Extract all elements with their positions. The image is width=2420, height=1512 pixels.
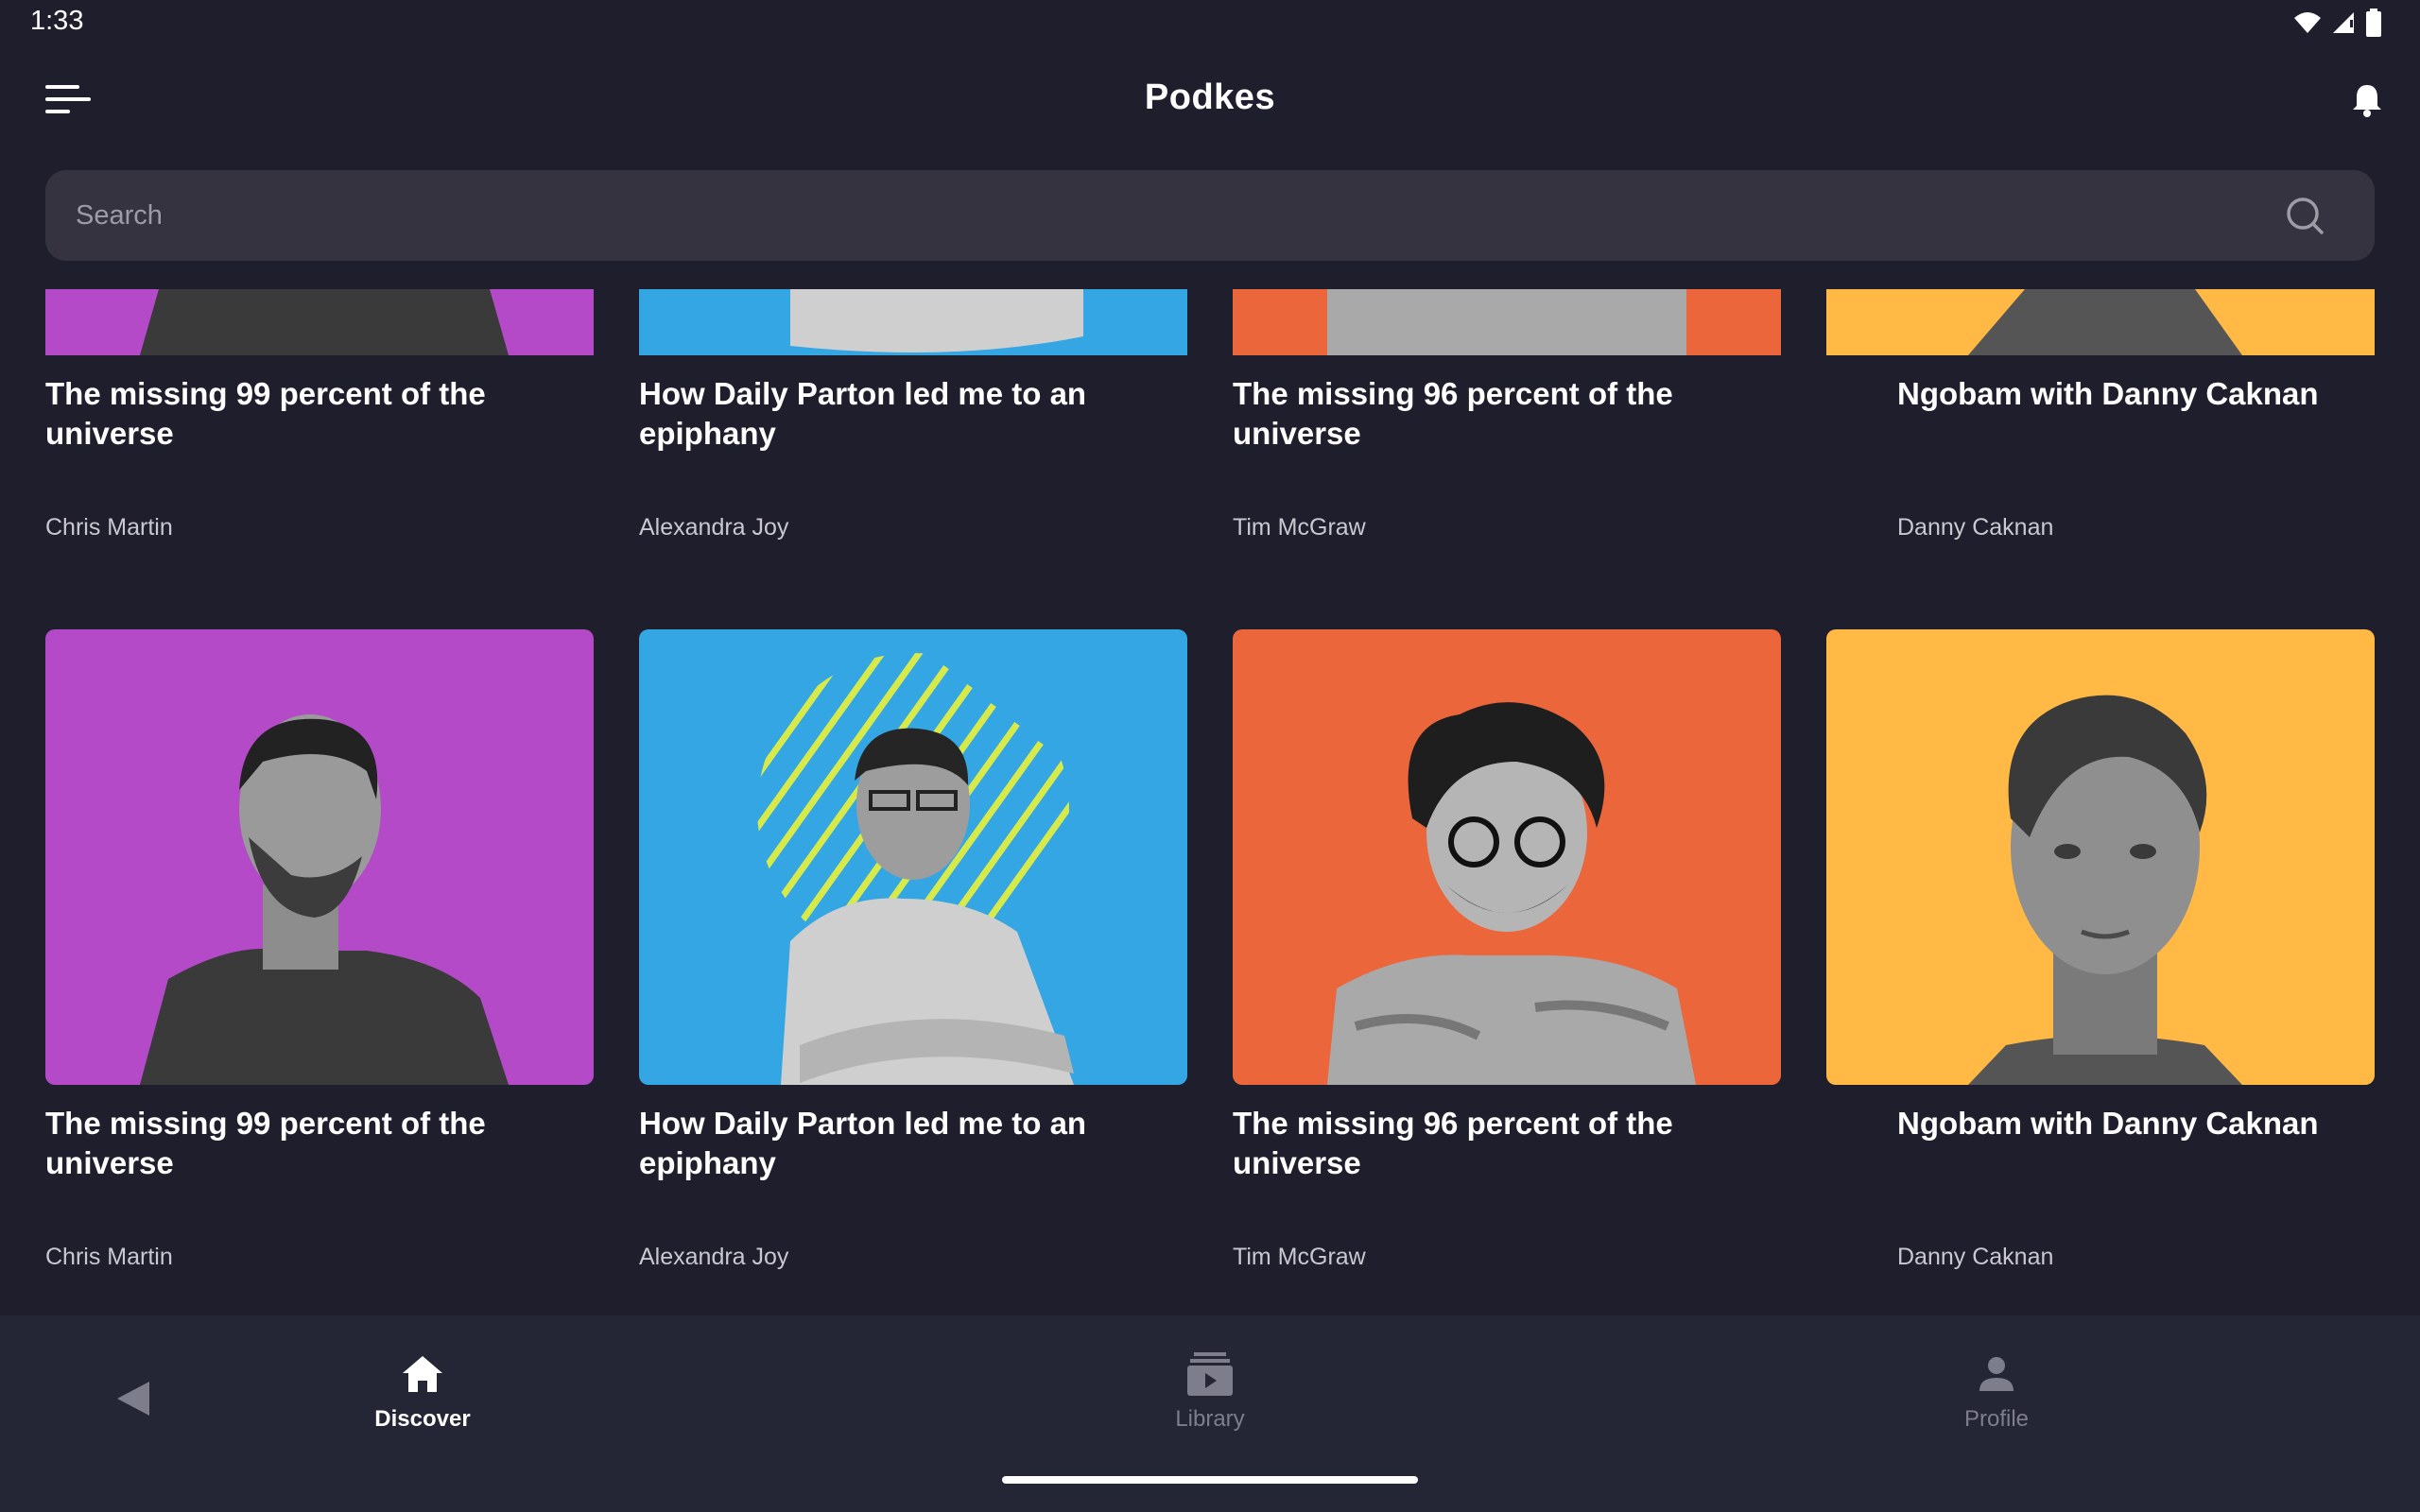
status-time: 1:33 <box>30 6 84 36</box>
episode-cover <box>1233 289 1781 355</box>
episode-author: Alexandra Joy <box>639 1244 789 1270</box>
episode-cover <box>639 629 1187 1085</box>
app-title: Podkes <box>1144 77 1276 117</box>
status-bar: 1:33 <box>0 0 2420 45</box>
episode-cover <box>45 629 594 1085</box>
episode-card[interactable]: The missing 99 percent of the universe C… <box>45 289 594 541</box>
episode-card[interactable]: How Daily Parton led me to an epiphany A… <box>639 289 1187 541</box>
bell-icon <box>2353 85 2381 117</box>
episode-title: The missing 96 percent of the universe <box>1233 1106 1673 1180</box>
episode-card[interactable]: Ngobam with Danny Caknan Danny Caknan <box>1826 289 2375 541</box>
home-indicator[interactable] <box>1002 1476 1418 1484</box>
episode-cover <box>1826 629 2375 1085</box>
episode-card[interactable]: The missing 96 percent of the universe T… <box>1233 289 1781 541</box>
library-icon <box>1115 1348 1305 1400</box>
episode-card[interactable]: The missing 96 percent of the universe T… <box>1233 629 1781 1271</box>
episode-grid: The missing 99 percent of the universe C… <box>0 289 2420 1315</box>
episode-author: Chris Martin <box>45 1244 173 1270</box>
app-screen: 1:33 Podkes Search The missing 99 percen… <box>0 0 2420 1512</box>
home-icon <box>328 1348 517 1400</box>
episode-title: The missing 99 percent of the universe <box>45 376 486 451</box>
episode-cover <box>639 289 1187 355</box>
bottom-navigation: Discover Library Profile <box>0 1315 2420 1512</box>
episode-title: How Daily Parton led me to an epiphany <box>639 376 1087 451</box>
episode-author: Tim McGraw <box>1233 1244 1366 1270</box>
episode-title: Ngobam with Danny Caknan <box>1897 1106 2319 1141</box>
nav-library[interactable]: Library <box>1115 1348 1305 1433</box>
nav-discover[interactable]: Discover <box>328 1348 517 1433</box>
cell-signal-icon <box>2333 12 2354 33</box>
nav-label: Library <box>1175 1406 1245 1432</box>
episode-card[interactable]: How Daily Parton led me to an epiphany A… <box>639 629 1187 1271</box>
search-bar <box>45 170 2375 261</box>
episode-author: Danny Caknan <box>1897 1244 2054 1270</box>
episode-cover <box>1826 289 2375 355</box>
notifications-button[interactable] <box>2339 72 2395 129</box>
episode-card[interactable]: The missing 99 percent of the universe C… <box>45 629 594 1271</box>
episode-title: The missing 96 percent of the universe <box>1233 376 1673 451</box>
wifi-icon <box>2294 12 2321 33</box>
episode-cover <box>1233 629 1781 1085</box>
episode-author: Alexandra Joy <box>639 514 789 541</box>
episode-title: How Daily Parton led me to an epiphany <box>639 1106 1087 1180</box>
nav-label: Discover <box>374 1406 471 1432</box>
app-bar: Podkes <box>0 45 2420 153</box>
nav-profile[interactable]: Profile <box>1902 1348 2091 1433</box>
episode-title: Ngobam with Danny Caknan <box>1897 376 2319 411</box>
episode-author: Danny Caknan <box>1897 514 2054 541</box>
status-icons <box>2293 8 2382 38</box>
episode-author: Chris Martin <box>45 514 173 541</box>
search-icon[interactable] <box>2284 195 2325 236</box>
person-icon <box>1902 1348 2091 1400</box>
nav-label: Profile <box>1963 1406 2030 1432</box>
back-icon[interactable] <box>112 1376 153 1421</box>
battery-icon <box>2366 9 2381 37</box>
search-input[interactable] <box>76 170 2250 261</box>
episode-author: Tim McGraw <box>1233 514 1366 541</box>
episode-title: The missing 99 percent of the universe <box>45 1106 486 1180</box>
episode-card[interactable]: Ngobam with Danny Caknan Danny Caknan <box>1826 629 2375 1271</box>
episode-cover <box>45 289 594 355</box>
